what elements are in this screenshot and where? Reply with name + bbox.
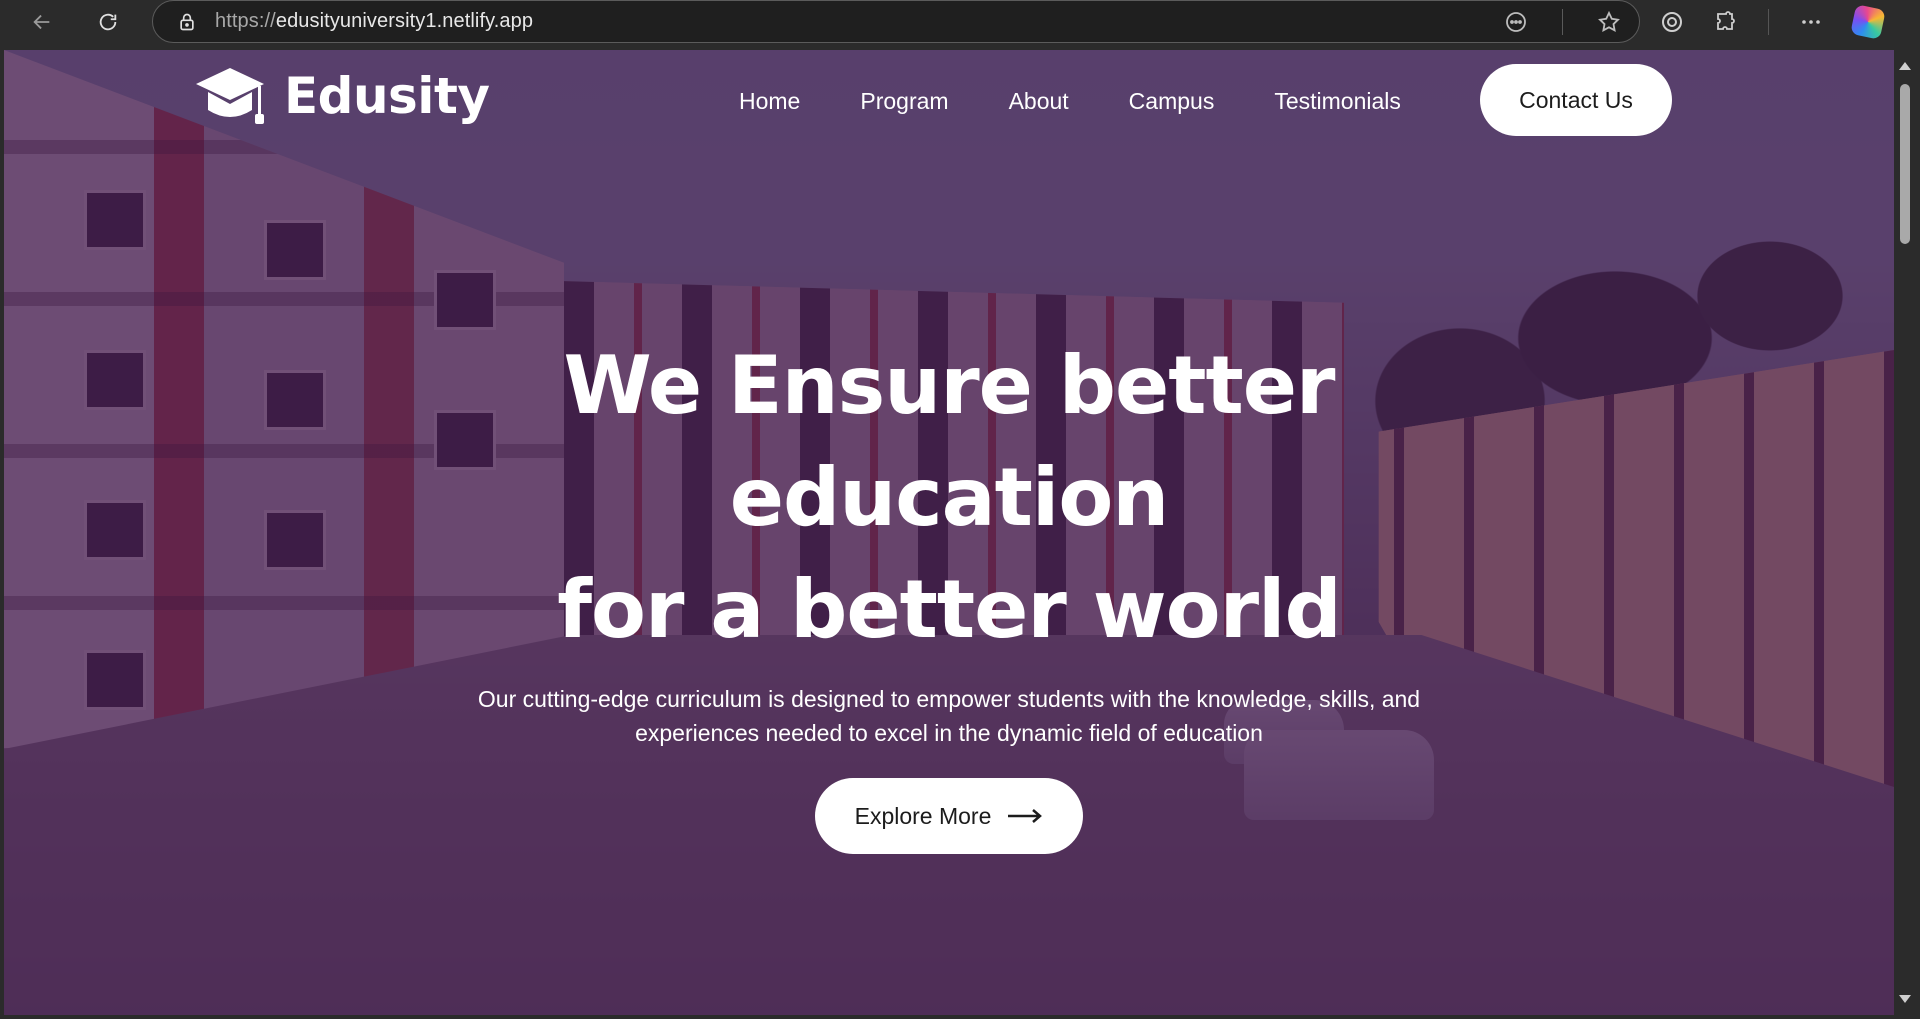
- lock-icon[interactable]: [177, 12, 197, 32]
- reload-button[interactable]: [90, 6, 126, 38]
- arrow-right-icon: [1008, 809, 1043, 823]
- circle-icon[interactable]: [1660, 10, 1684, 34]
- copilot-icon[interactable]: [1850, 4, 1886, 40]
- scrollbar-thumb[interactable]: [1900, 84, 1910, 244]
- explore-more-button[interactable]: Explore More: [815, 778, 1083, 854]
- hero-title: We Ensure better education for a better …: [349, 330, 1549, 666]
- browser-toolbar: https://edusityuniversity1.netlify.app: [0, 0, 1920, 44]
- hero-title-line-1: We Ensure better education: [563, 339, 1336, 544]
- puzzle-icon[interactable]: [1714, 10, 1738, 34]
- hero-subtitle: Our cutting-edge curriculum is designed …: [477, 686, 1421, 746]
- nav-item-home[interactable]: Home: [739, 88, 800, 115]
- reload-icon: [99, 13, 117, 31]
- url-host: edusityuniversity1.netlify.app: [275, 10, 534, 32]
- url-protocol: https://: [215, 10, 276, 32]
- hero-section: We Ensure better education for a better …: [4, 330, 1894, 854]
- scroll-down-arrow-icon[interactable]: [1899, 995, 1911, 1003]
- nav-item-program[interactable]: Program: [860, 88, 948, 115]
- scroll-up-arrow-icon[interactable]: [1899, 62, 1911, 70]
- back-button[interactable]: [24, 6, 60, 38]
- hero-title-line-2: for a better world: [557, 563, 1341, 656]
- main-nav: Home Program About Campus Testimonials: [739, 50, 1461, 152]
- nav-item-campus[interactable]: Campus: [1129, 88, 1215, 115]
- star-icon[interactable]: [1597, 10, 1621, 34]
- address-bar[interactable]: https://edusityuniversity1.netlify.app: [152, 0, 1640, 43]
- url-text[interactable]: https://edusityuniversity1.netlify.app: [215, 10, 533, 33]
- logo[interactable]: Edusity: [194, 64, 490, 128]
- vertical-scrollbar[interactable]: [1894, 50, 1916, 1015]
- explore-more-label: Explore More: [854, 802, 992, 829]
- nav-item-testimonials[interactable]: Testimonials: [1274, 88, 1401, 115]
- reader-icon[interactable]: [1504, 10, 1528, 34]
- more-icon[interactable]: [1799, 10, 1823, 34]
- nav-item-about[interactable]: About: [1009, 88, 1069, 115]
- divider: [1768, 9, 1769, 35]
- brand-name: Edusity: [284, 67, 490, 125]
- page-viewport: Edusity Home Program About Campus Testim…: [4, 50, 1894, 1015]
- back-icon: [33, 14, 50, 30]
- graduation-cap-icon: [196, 68, 264, 124]
- site-header: Edusity Home Program About Campus Testim…: [4, 50, 1894, 150]
- contact-us-button[interactable]: Contact Us: [1480, 64, 1672, 136]
- divider: [1562, 8, 1563, 35]
